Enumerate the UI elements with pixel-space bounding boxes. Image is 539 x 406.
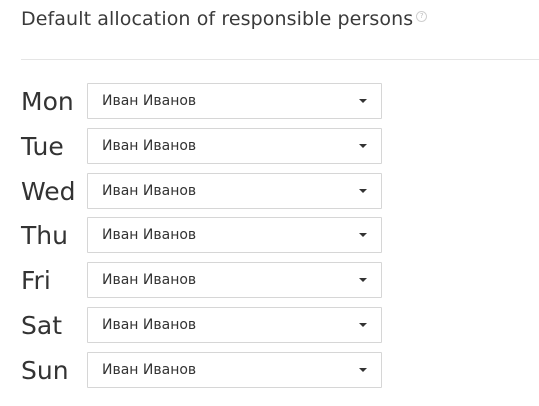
day-label-fri: Fri [21,266,51,296]
day-label-sun: Sun [21,355,69,385]
responsible-select-fri[interactable]: Иван Иванов [87,262,382,299]
day-row-thu: Thu Иван Иванов [21,217,539,262]
caret-down-icon [359,278,367,283]
day-label-mon: Mon [21,87,74,116]
day-row-sat: Sat Иван Иванов [21,306,539,352]
caret-down-icon [359,99,367,103]
day-label-sat: Sat [21,310,62,340]
caret-down-icon [359,367,367,372]
day-label-wed: Wed [21,176,76,206]
day-allocation-list: Mon Иван Иванов Tue Иван Иванов Wed Иван… [21,83,539,397]
day-row-sun: Sun Иван Иванов [21,351,539,397]
caret-down-icon [359,188,367,193]
select-value-mon: Иван Иванов [102,93,197,109]
select-value-thu: Иван Иванов [102,227,197,244]
select-value-fri: Иван Иванов [102,272,197,289]
caret-down-icon [359,322,367,327]
responsible-select-tue[interactable]: Иван Иванов [87,127,382,164]
responsible-select-mon[interactable]: Иван Иванов [87,83,382,119]
caret-down-icon [359,143,367,148]
section-title-text: Default allocation of responsible person… [21,8,414,30]
section-title: Default allocation of responsible person… [21,8,428,30]
select-value-sun: Иван Иванов [102,361,197,378]
day-row-tue: Tue Иван Иванов [21,127,539,173]
day-row-wed: Wed Иван Иванов [21,172,539,218]
day-row-fri: Fri Иван Иванов [21,262,539,307]
caret-down-icon [359,233,367,238]
day-row-mon: Mon Иван Иванов [21,83,539,128]
select-value-tue: Иван Иванов [102,137,197,154]
select-value-sat: Иван Иванов [102,316,197,333]
select-value-wed: Иван Иванов [102,182,197,199]
help-icon[interactable]: ? [416,11,428,22]
responsible-select-wed[interactable]: Иван Иванов [87,172,382,209]
day-label-thu: Thu [21,221,68,251]
divider [21,59,539,60]
responsible-select-sun[interactable]: Иван Иванов [87,351,382,388]
day-label-tue: Tue [21,131,64,161]
responsible-select-sat[interactable]: Иван Иванов [87,306,382,343]
responsible-select-thu[interactable]: Иван Иванов [87,217,382,254]
